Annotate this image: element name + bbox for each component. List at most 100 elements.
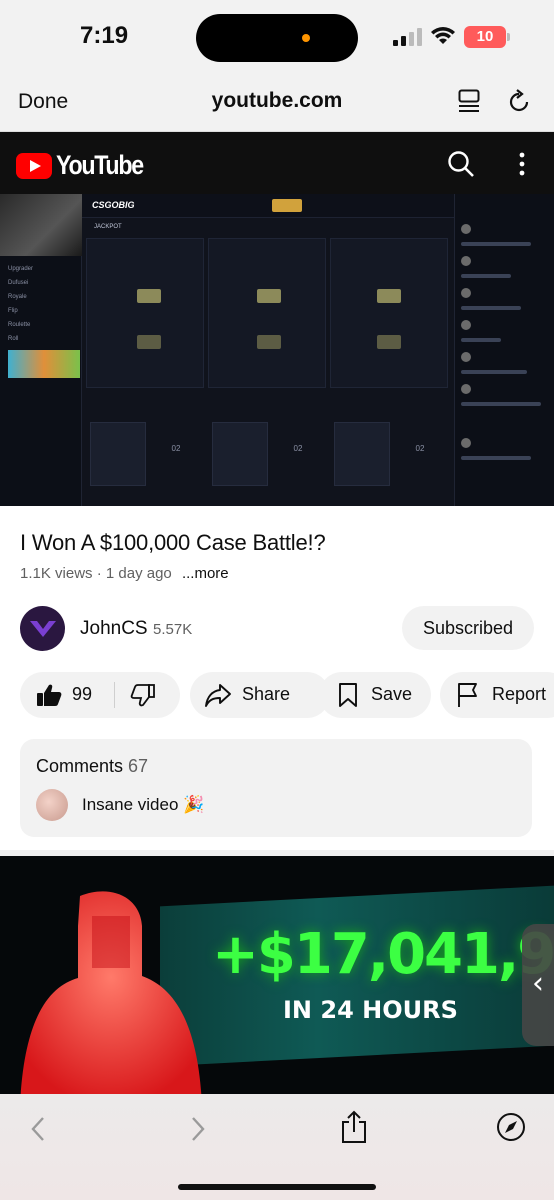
video-nav-item: Dufusei bbox=[8, 280, 29, 286]
video-slot-number: 02 bbox=[293, 444, 303, 453]
share-icon bbox=[205, 684, 231, 707]
youtube-logo[interactable]: YouTube bbox=[16, 150, 157, 181]
action-bar: 99 Share Save Report bbox=[20, 672, 554, 718]
top-comment-text: Insane video 🎉 bbox=[82, 795, 205, 814]
chat-avatar bbox=[461, 256, 471, 266]
video-chat-panel bbox=[454, 194, 554, 506]
video-banner-image bbox=[8, 350, 80, 378]
status-time: 7:19 bbox=[80, 22, 129, 49]
video-result-card bbox=[90, 422, 146, 486]
channel-name[interactable]: JohnCS bbox=[80, 618, 148, 640]
like-count: 99 bbox=[72, 684, 93, 704]
channel-row: JohnCS 5.57K Subscribed bbox=[20, 606, 534, 652]
commenter-avatar bbox=[36, 789, 68, 821]
thumbs-up-icon[interactable] bbox=[36, 683, 62, 707]
home-indicator bbox=[178, 1184, 376, 1190]
upload-age: 1 day ago bbox=[105, 565, 172, 582]
like-dislike-pill: 99 bbox=[20, 672, 180, 718]
video-title[interactable]: I Won A $100,000 Case Battle!? bbox=[20, 530, 326, 556]
pistol-icon bbox=[377, 289, 401, 303]
forward-arrow-icon[interactable] bbox=[188, 1114, 208, 1144]
chat-avatar bbox=[461, 352, 471, 362]
chat-avatar bbox=[461, 320, 471, 330]
channel-avatar[interactable] bbox=[20, 606, 65, 651]
save-label: Save bbox=[371, 684, 413, 704]
side-panel-tab[interactable]: ‹ bbox=[522, 924, 554, 1046]
subscriber-count: 5.57K bbox=[153, 621, 193, 638]
bookmark-icon bbox=[339, 683, 357, 707]
report-label: Report bbox=[492, 684, 547, 704]
thumbnail-amount: +$17,041,907 bbox=[212, 922, 554, 987]
video-nav-item: Roll bbox=[8, 336, 19, 342]
chat-line bbox=[461, 456, 531, 460]
search-icon[interactable] bbox=[447, 150, 475, 178]
chat-line bbox=[461, 274, 511, 278]
meta-separator: · bbox=[96, 565, 106, 582]
video-case-column bbox=[208, 238, 326, 388]
chat-avatar bbox=[461, 384, 471, 394]
facecam bbox=[0, 194, 82, 256]
dynamic-island bbox=[196, 14, 358, 62]
comments-title: Comments bbox=[36, 756, 124, 776]
more-options-icon[interactable] bbox=[514, 150, 530, 178]
report-button[interactable]: Report bbox=[440, 672, 554, 718]
video-site-brand: CSGOBIG bbox=[92, 200, 135, 210]
youtube-logo-text: YouTube bbox=[56, 150, 144, 180]
chat-avatar bbox=[461, 438, 471, 448]
video-nav-item: Flip bbox=[8, 308, 18, 314]
recording-dot-icon bbox=[302, 34, 310, 42]
chat-avatar bbox=[461, 224, 471, 234]
chevron-left-icon: ‹ bbox=[532, 966, 544, 1001]
compass-icon[interactable] bbox=[496, 1112, 526, 1142]
reader-mode-icon[interactable] bbox=[458, 89, 480, 115]
chat-line bbox=[461, 242, 531, 246]
video-case-column bbox=[330, 238, 448, 388]
wifi-icon bbox=[431, 27, 455, 44]
next-video-thumbnail[interactable]: +$17,041,907 IN 24 HOURS ‹ bbox=[0, 856, 554, 1096]
more-link[interactable]: ...more bbox=[182, 565, 229, 582]
subscribed-button[interactable]: Subscribed bbox=[402, 606, 534, 650]
video-case-grid bbox=[86, 238, 450, 388]
chat-line bbox=[461, 370, 527, 374]
comments-count: 67 bbox=[128, 756, 149, 776]
video-jackpot-label: JACKPOT bbox=[94, 224, 122, 230]
chat-line bbox=[461, 306, 521, 310]
video-result-card bbox=[212, 422, 268, 486]
video-site-topbar: CSGOBIG bbox=[82, 194, 454, 218]
status-bar: 7:19 10 bbox=[0, 0, 554, 72]
pistol-icon bbox=[257, 335, 281, 349]
video-meta[interactable]: 1.1K views · 1 day ago ...more bbox=[20, 565, 229, 582]
back-arrow-icon[interactable] bbox=[28, 1114, 48, 1144]
share-sheet-icon[interactable] bbox=[340, 1110, 368, 1144]
chat-avatar bbox=[461, 288, 471, 298]
video-case-column bbox=[86, 238, 204, 388]
video-nav-item: Royale bbox=[8, 294, 27, 300]
view-count: 1.1K views bbox=[20, 565, 93, 582]
thumbs-down-icon[interactable] bbox=[130, 683, 156, 707]
save-button[interactable]: Save bbox=[319, 672, 431, 718]
video-result-cards: 02 02 02 bbox=[86, 422, 450, 486]
thumbnail-subtitle: IN 24 HOURS bbox=[283, 996, 458, 1024]
video-site-button bbox=[272, 199, 302, 212]
pistol-icon bbox=[137, 289, 161, 303]
share-button[interactable]: Share bbox=[190, 672, 330, 718]
video-slot-number: 02 bbox=[415, 444, 425, 453]
video-slot-number: 02 bbox=[171, 444, 181, 453]
pistol-icon bbox=[377, 335, 401, 349]
reload-icon[interactable] bbox=[507, 88, 531, 114]
video-frame-sidebar: Upgrader Dufusei Royale Flip Roulette Ro… bbox=[0, 194, 82, 506]
video-player[interactable]: Upgrader Dufusei Royale Flip Roulette Ro… bbox=[0, 194, 554, 506]
chat-line bbox=[461, 338, 501, 342]
battery-nub bbox=[507, 33, 510, 41]
video-nav-item: Roulette bbox=[8, 322, 31, 328]
share-label: Share bbox=[242, 684, 291, 704]
comments-panel[interactable]: Comments 67 Insane video 🎉 bbox=[20, 739, 532, 837]
video-nav-item: Upgrader bbox=[8, 266, 34, 272]
hooded-figure-image bbox=[20, 891, 202, 1096]
pistol-icon bbox=[257, 289, 281, 303]
battery-indicator: 10 bbox=[464, 26, 506, 48]
flag-icon bbox=[458, 683, 477, 707]
chat-line bbox=[461, 402, 541, 406]
youtube-header: YouTube bbox=[0, 132, 554, 194]
channel-logo-icon bbox=[29, 620, 56, 637]
